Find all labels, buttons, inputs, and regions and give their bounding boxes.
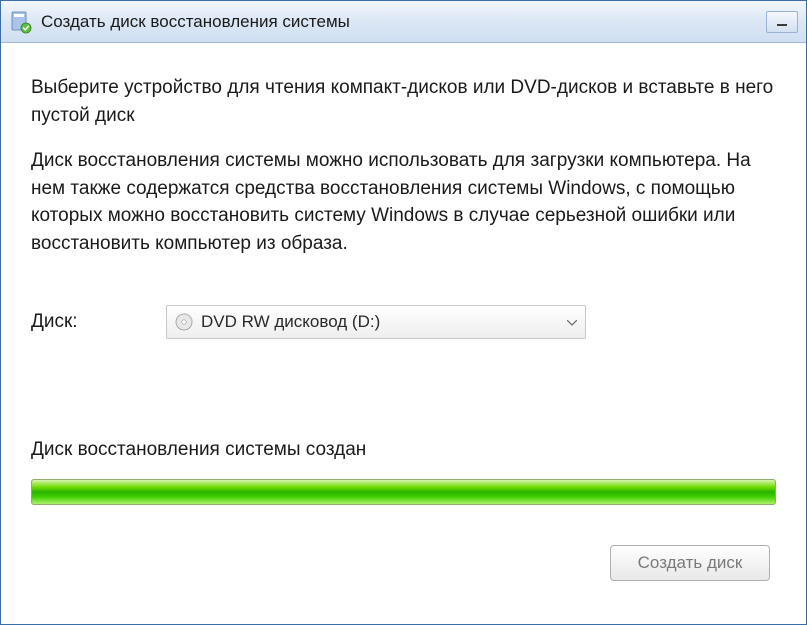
dialog-window: Создать диск восстановления системы Выбе… xyxy=(0,0,807,625)
drive-row: Диск: DVD RW дисковод (D:) xyxy=(31,305,776,339)
create-disc-button[interactable]: Создать диск xyxy=(610,545,770,581)
button-row: Создать диск xyxy=(31,545,776,581)
drive-select-value: DVD RW дисковод (D:) xyxy=(201,312,567,332)
disc-icon xyxy=(175,313,193,331)
drive-label: Диск: xyxy=(31,311,166,333)
drive-select[interactable]: DVD RW дисковод (D:) xyxy=(166,305,586,339)
instruction-description: Диск восстановления системы можно исполь… xyxy=(31,147,776,257)
titlebar: Создать диск восстановления системы xyxy=(1,1,806,43)
instruction-heading: Выберите устройство для чтения компакт-д… xyxy=(31,74,776,129)
app-icon xyxy=(9,10,33,34)
status-text: Диск восстановления системы создан xyxy=(31,439,776,461)
minimize-button[interactable] xyxy=(766,11,798,33)
dialog-content: Выберите устройство для чтения компакт-д… xyxy=(1,43,806,624)
minimize-icon xyxy=(776,16,788,28)
create-disc-button-label: Создать диск xyxy=(638,553,743,573)
progress-bar xyxy=(31,479,776,505)
window-title: Создать диск восстановления системы xyxy=(41,12,766,32)
chevron-down-icon xyxy=(567,313,577,331)
window-controls xyxy=(766,11,798,33)
